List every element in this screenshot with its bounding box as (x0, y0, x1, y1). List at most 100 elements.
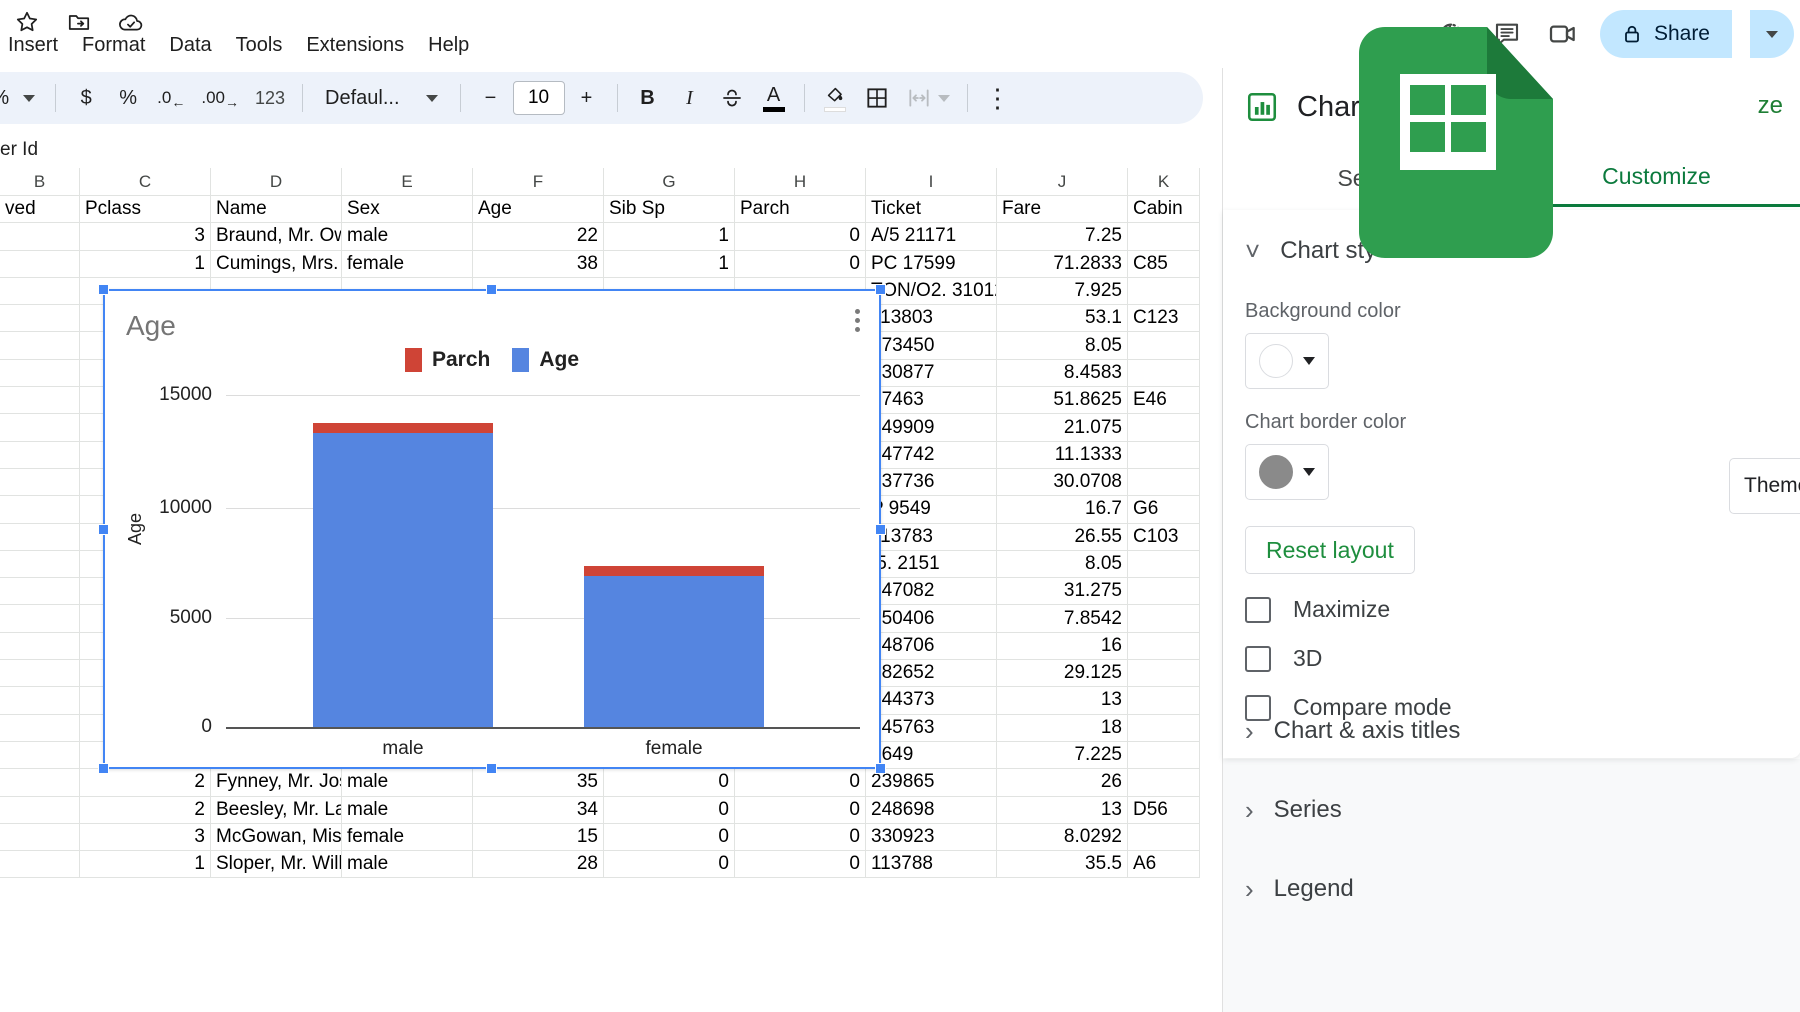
table-cell[interactable] (0, 714, 80, 742)
font-family-selector[interactable]: Defaul... (313, 78, 449, 118)
table-cell[interactable]: Sloper, Mr. Willia (211, 851, 342, 879)
table-cell[interactable]: 0 (604, 823, 735, 852)
table-row[interactable]: 2 Beesley, Mr. Lav male 34 0 0 248698 13 D56 (0, 796, 1200, 824)
table-cell[interactable]: McGowan, Miss. (211, 823, 342, 852)
background-color-picker[interactable] (1245, 333, 1329, 389)
table-cell[interactable] (1128, 468, 1200, 497)
table-cell[interactable]: male (342, 796, 473, 824)
table-cell[interactable]: 16 (997, 632, 1128, 661)
table-cell[interactable]: 3 (80, 823, 211, 852)
formula-bar[interactable]: er Id (0, 128, 1200, 172)
tab-customize[interactable]: Customize (1512, 149, 1800, 207)
table-cell[interactable]: 345763 (866, 714, 997, 742)
table-row[interactable]: 1 Cumings, Mrs. Jfemale 38 1 0 PC 17599 71.283… (0, 250, 1200, 278)
table-cell[interactable]: 3 (80, 223, 211, 251)
table-cell[interactable]: 53.1 (997, 305, 1128, 333)
table-cell[interactable] (1128, 359, 1200, 388)
column-header-d[interactable]: D (211, 168, 342, 196)
table-cell[interactable] (1128, 823, 1200, 852)
zoom-selector[interactable]: 100% (0, 78, 45, 118)
column-header-h[interactable]: H (735, 168, 866, 196)
table-cell[interactable]: 51.8625 (997, 387, 1128, 415)
table-cell[interactable]: E46 (1128, 387, 1200, 415)
resize-handle-bottom-right[interactable] (875, 763, 886, 774)
table-cell[interactable] (1128, 632, 1200, 661)
header-cell-sex[interactable]: Sex (342, 196, 473, 224)
table-cell[interactable]: 0 (735, 851, 866, 879)
strikethrough-button[interactable] (712, 78, 752, 118)
table-cell[interactable]: 34 (473, 796, 604, 824)
table-cell[interactable]: 237736 (866, 468, 997, 497)
table-cell[interactable] (1128, 414, 1200, 442)
checkbox-icon[interactable] (1245, 596, 1271, 623)
table-cell[interactable] (0, 305, 80, 333)
table-cell[interactable]: male (342, 851, 473, 879)
sidebar-resize-label[interactable]: ze (1758, 92, 1783, 120)
column-header-k[interactable]: K (1128, 168, 1200, 196)
section-series[interactable]: › Series (1245, 783, 1800, 837)
table-cell[interactable]: C85 (1128, 250, 1200, 278)
bar-female-age[interactable] (584, 575, 764, 727)
table-cell[interactable]: 0 (604, 796, 735, 824)
table-cell[interactable]: male (342, 223, 473, 251)
table-cell[interactable] (0, 468, 80, 497)
resize-handle-bottom-left[interactable] (98, 763, 109, 774)
table-cell[interactable] (0, 223, 80, 251)
resize-handle-top-right[interactable] (875, 284, 886, 295)
table-cell[interactable]: P 9549 (866, 496, 997, 524)
table-cell[interactable]: A/5 21171 (866, 223, 997, 251)
column-header-c[interactable]: C (80, 168, 211, 196)
table-cell[interactable]: 330923 (866, 823, 997, 852)
table-cell[interactable]: 1 (80, 851, 211, 879)
table-cell[interactable]: 8.05 (997, 550, 1128, 579)
table-cell[interactable] (0, 441, 80, 469)
table-cell[interactable]: 1 (80, 250, 211, 278)
table-cell[interactable]: C103 (1128, 523, 1200, 551)
table-row[interactable]: 3McGowan, Miss.female15003309238.0292 (0, 823, 1200, 852)
section-chart-style[interactable]: ˅ Chart sty (1245, 224, 1800, 278)
share-dropdown-caret[interactable] (1750, 10, 1794, 58)
bar-female-parch[interactable] (584, 566, 764, 576)
table-cell[interactable] (1128, 714, 1200, 742)
table-cell[interactable]: Fynney, Mr. Jos (211, 769, 342, 797)
table-cell[interactable]: 13 (997, 687, 1128, 715)
resize-handle-top-center[interactable] (486, 284, 497, 295)
borders-button[interactable] (857, 78, 897, 118)
fill-color-button[interactable] (815, 78, 855, 118)
table-cell[interactable]: Cumings, Mrs. J (211, 250, 342, 278)
version-history-icon[interactable] (1432, 15, 1470, 53)
table-cell[interactable]: 17463 (866, 387, 997, 415)
table-cell[interactable] (0, 414, 80, 442)
resize-handle-middle-left[interactable] (98, 524, 109, 535)
table-cell[interactable]: 2 (80, 796, 211, 824)
increase-font-size-button[interactable]: + (567, 78, 607, 118)
header-cell-parch[interactable]: Parch (735, 196, 866, 224)
table-cell[interactable]: 0 (735, 796, 866, 824)
table-cell[interactable] (1128, 441, 1200, 469)
table-cell[interactable]: 0 (735, 250, 866, 278)
table-cell[interactable]: 28 (473, 851, 604, 879)
comment-icon[interactable] (1488, 15, 1526, 53)
checkbox-3d[interactable]: 3D (1245, 645, 1800, 672)
table-cell[interactable]: C123 (1128, 305, 1200, 333)
table-cell[interactable]: 0 (604, 769, 735, 797)
table-cell[interactable]: 373450 (866, 332, 997, 360)
table-cell[interactable] (1128, 741, 1200, 770)
table-cell[interactable] (0, 687, 80, 715)
table-cell[interactable] (1128, 578, 1200, 606)
table-cell[interactable] (0, 851, 80, 879)
table-cell[interactable]: G6 (1128, 496, 1200, 524)
table-cell[interactable]: 7.925 (997, 277, 1128, 306)
table-cell[interactable] (1128, 769, 1200, 797)
table-cell[interactable] (0, 250, 80, 278)
bar-male-parch[interactable] (313, 423, 493, 433)
table-cell[interactable]: 35.5 (997, 851, 1128, 879)
table-cell[interactable] (0, 823, 80, 852)
table-cell[interactable]: D56 (1128, 796, 1200, 824)
table-cell[interactable]: 7.25 (997, 223, 1128, 251)
table-cell[interactable]: 21.075 (997, 414, 1128, 442)
table-cell[interactable] (0, 605, 80, 633)
table-cell[interactable]: male (342, 769, 473, 797)
table-cell[interactable]: 330877 (866, 359, 997, 388)
table-cell[interactable] (1128, 605, 1200, 633)
